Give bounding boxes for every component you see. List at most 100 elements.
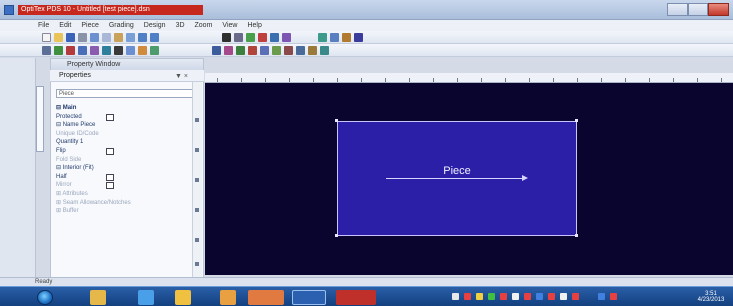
pds-sheet-tab[interactable] [36,86,44,152]
notch-icon[interactable] [258,33,267,42]
prop-main[interactable]: ⊟ Main [56,104,196,113]
merge-piece-icon[interactable] [296,46,305,55]
mirror-checkbox[interactable] [106,182,114,190]
piece-handle[interactable] [575,119,578,122]
flip-checkbox[interactable] [106,147,114,155]
internal-tool-icon[interactable] [260,46,269,55]
menu-help[interactable]: Help [247,20,261,31]
menu-edit[interactable]: Edit [59,20,71,31]
seam-tool-icon[interactable] [102,46,111,55]
optitex-task-icon[interactable] [336,290,376,305]
prop-fold-side[interactable]: Fold Side [56,156,196,165]
zoom-icon[interactable] [126,33,135,42]
close-button[interactable] [708,3,730,16]
maximize-button[interactable] [687,3,709,16]
media-task-icon[interactable] [220,290,236,305]
rect-tool-icon[interactable] [126,46,135,55]
prop-protected[interactable]: Protected [56,113,196,122]
menu-grading[interactable]: Grading [109,20,134,31]
menu-view[interactable]: View [222,20,237,31]
paste-icon[interactable] [114,33,123,42]
stretch-icon[interactable] [320,46,329,55]
walk-tool-icon[interactable] [212,46,221,55]
select-icon[interactable] [222,33,231,42]
half-checkbox[interactable] [106,173,114,181]
cut-piece-icon[interactable] [284,46,293,55]
drill-tool-icon[interactable] [248,46,257,55]
trace-tool-icon[interactable] [224,46,233,55]
tray-icon[interactable] [476,293,483,300]
prop-attributes[interactable]: ⊞ Attributes [56,190,196,199]
button-tool-icon[interactable] [236,46,245,55]
menu-file[interactable]: File [38,20,49,31]
browser-task-icon[interactable] [138,290,154,305]
point-tool-icon[interactable] [66,46,75,55]
mirror-icon[interactable] [354,33,363,42]
menu-3d[interactable]: 3D [176,20,185,31]
curve-tool-icon[interactable] [54,46,63,55]
print-icon[interactable] [78,33,87,42]
flip-icon[interactable] [282,33,291,42]
new-file-icon[interactable] [42,33,51,42]
prop-half[interactable]: Half [56,173,196,182]
menu-piece[interactable]: Piece [81,20,99,31]
prop-interior[interactable]: ⊟ Interior (Fit) [56,164,196,173]
collapse-marker-icon [195,178,199,182]
cut-icon[interactable] [90,33,99,42]
paint-task-icon[interactable] [175,290,191,305]
piece-handle[interactable] [575,234,578,237]
align-tool-icon[interactable] [272,46,281,55]
prop-quantity[interactable]: Quantity 1 [56,138,196,147]
tray-icon[interactable] [610,293,617,300]
tray-icon[interactable] [488,293,495,300]
piece-handle[interactable] [335,119,338,122]
status-bar: Ready [0,277,733,286]
pleat-tool-icon[interactable] [90,46,99,55]
undo-icon[interactable] [138,33,147,42]
prop-seam-allowance[interactable]: ⊞ Seam Allowance/Notches [56,199,196,208]
save-icon[interactable] [66,33,75,42]
tray-icon[interactable] [560,293,567,300]
copy-icon[interactable] [102,33,111,42]
grade-icon[interactable] [318,33,327,42]
tray-icon[interactable] [524,293,531,300]
prop-mirror[interactable]: Mirror [56,181,196,190]
tray-icon[interactable] [548,293,555,300]
tray-icon[interactable] [572,293,579,300]
prop-name[interactable]: ⊟ Name Piece [56,121,196,130]
tray-icon[interactable] [598,293,605,300]
word-task-icon[interactable] [292,290,326,305]
line-tool-icon[interactable] [42,46,51,55]
start-button[interactable] [37,290,53,305]
grid-icon[interactable] [246,33,255,42]
protected-checkbox[interactable] [106,113,114,121]
prop-flip[interactable]: Flip [56,147,196,156]
piece-icon[interactable] [330,33,339,42]
prop-buffer[interactable]: ⊞ Buffer [56,207,196,216]
dart-tool-icon[interactable] [78,46,87,55]
menu-zoom[interactable]: Zoom [195,20,213,31]
split-tool-icon[interactable] [150,46,159,55]
explorer-task-icon[interactable] [90,290,106,305]
prop-unique-id[interactable]: Unique ID/Code [56,130,196,139]
layer-icon[interactable] [342,33,351,42]
rotate-icon[interactable] [270,33,279,42]
open-folder-icon[interactable] [54,33,63,42]
circle-tool-icon[interactable] [138,46,147,55]
text-tool-icon[interactable] [114,46,123,55]
property-search-input[interactable]: Piece [56,89,196,98]
tray-icon[interactable] [512,293,519,300]
taskbar-clock[interactable]: 3:51 4/23/2013 [696,291,726,303]
redo-icon[interactable] [150,33,159,42]
minimize-button[interactable] [667,3,688,16]
image-viewer-task-icon[interactable] [248,290,284,305]
tray-icon[interactable] [452,293,459,300]
panel-pin-icon[interactable]: ▼ × [175,73,188,80]
piece-handle[interactable] [335,234,338,237]
shrink-icon[interactable] [308,46,317,55]
tray-icon[interactable] [536,293,543,300]
measure-icon[interactable] [234,33,243,42]
menu-design[interactable]: Design [144,20,166,31]
tray-icon[interactable] [500,293,507,300]
tray-icon[interactable] [464,293,471,300]
